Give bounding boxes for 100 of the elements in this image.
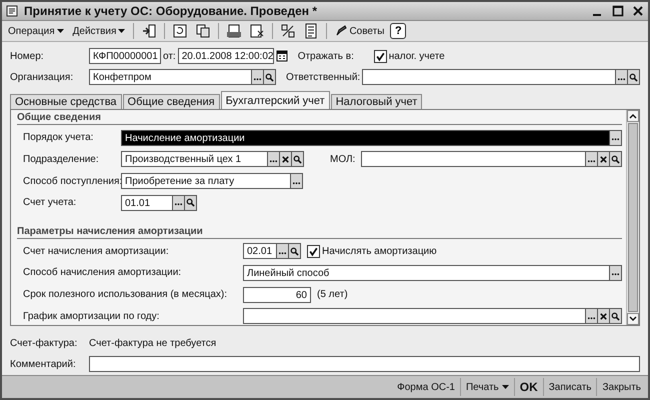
document-icon xyxy=(6,5,18,17)
checkbox-label: налог. учете xyxy=(388,50,445,62)
report-icon[interactable] xyxy=(303,23,320,39)
scroll-thumb[interactable] xyxy=(628,123,638,312)
field-label: График амортизации по году: xyxy=(23,310,160,322)
search-icon xyxy=(611,154,620,164)
scroll-down-icon[interactable] xyxy=(627,313,639,325)
search-icon xyxy=(611,312,620,321)
select-button[interactable] xyxy=(252,69,264,85)
comment-field[interactable] xyxy=(89,356,640,372)
checkbox[interactable] xyxy=(307,244,320,258)
advice-button[interactable]: Советы xyxy=(332,25,388,37)
debit-credit-icon[interactable] xyxy=(280,23,296,39)
search-button[interactable] xyxy=(264,69,276,85)
clear-button[interactable] xyxy=(598,151,610,168)
input-field[interactable] xyxy=(243,308,586,324)
checkbox-label: Начислять амортизацию xyxy=(322,246,437,257)
refresh-document-icon[interactable] xyxy=(172,23,188,39)
field-label: Организация: xyxy=(10,72,74,82)
field-label: Порядок учета: xyxy=(23,132,94,144)
tab[interactable]: Общие сведения xyxy=(122,94,220,109)
field-label: Ответственный: xyxy=(286,72,362,82)
footer-button[interactable]: Печать xyxy=(460,378,514,396)
select-button[interactable] xyxy=(291,173,303,190)
select-button[interactable] xyxy=(586,308,598,324)
checkbox[interactable] xyxy=(374,50,387,62)
field-label: МОЛ: xyxy=(330,154,356,165)
search-icon xyxy=(265,72,274,82)
years-note: (5 лет) xyxy=(317,289,348,300)
footer-button[interactable]: Записать xyxy=(542,378,596,396)
field-label: Комментарий: xyxy=(10,358,77,370)
select-button[interactable] xyxy=(616,69,628,85)
search-icon xyxy=(290,246,299,256)
input-field[interactable]: Линейный способ xyxy=(243,264,610,281)
footer-button[interactable]: OK xyxy=(514,378,543,396)
close-icon xyxy=(599,154,608,164)
arrow-into-list-icon[interactable] xyxy=(141,23,158,39)
tab[interactable]: Бухгалтерский учет xyxy=(220,91,330,109)
close-icon xyxy=(599,312,608,321)
input-field[interactable]: Приобретение за плату xyxy=(121,173,291,190)
close-icon[interactable] xyxy=(632,5,644,17)
input-field[interactable]: 01.01 xyxy=(121,194,173,211)
search-button[interactable] xyxy=(289,243,301,260)
section-heading: Общие сведения xyxy=(17,112,622,125)
help-button[interactable]: ? xyxy=(390,23,406,39)
field-label: Счет учета: xyxy=(23,197,78,208)
search-button[interactable] xyxy=(610,151,622,168)
select-button[interactable] xyxy=(586,151,598,168)
search-icon xyxy=(186,198,195,208)
maximize-icon[interactable] xyxy=(612,5,624,17)
select-button[interactable] xyxy=(610,130,622,146)
field-label: Счет-фактура: xyxy=(10,338,78,348)
field-label: Счет начисления амортизации: xyxy=(23,246,170,257)
clear-button[interactable] xyxy=(280,151,292,168)
input-field[interactable] xyxy=(362,69,616,85)
document-edit-icon[interactable] xyxy=(249,23,266,39)
input-field[interactable] xyxy=(361,151,586,168)
field-label: Способ начисления амортизации: xyxy=(23,267,182,278)
tab[interactable]: Налоговый учет xyxy=(330,94,422,109)
pencil-icon xyxy=(335,25,348,37)
input-field[interactable]: 02.01 xyxy=(243,243,277,260)
caret-icon xyxy=(502,384,509,389)
select-button[interactable] xyxy=(173,194,185,211)
scrollbar[interactable] xyxy=(626,110,639,325)
window-title: Принятие к учету ОС: Оборудование. Проведен * xyxy=(24,4,318,18)
search-button[interactable] xyxy=(185,194,197,211)
search-button[interactable] xyxy=(292,151,304,168)
field-label: Отражать в: xyxy=(298,50,355,62)
clear-button[interactable] xyxy=(598,308,610,324)
field-label: Подразделение: xyxy=(23,154,100,165)
calendar-icon[interactable] xyxy=(276,49,288,63)
field-label: Срок полезного использования (в месяцах): xyxy=(23,289,228,300)
scroll-up-icon[interactable] xyxy=(627,110,639,122)
date-field[interactable]: 20.01.2008 12:00:02 xyxy=(178,48,274,64)
select-button[interactable] xyxy=(610,264,622,281)
footer-button[interactable]: Закрыть xyxy=(596,378,646,396)
caret-icon xyxy=(118,29,126,33)
menu-button[interactable]: Действия xyxy=(70,26,128,36)
input-field[interactable]: 60 xyxy=(243,286,311,303)
footer-button[interactable]: Форма ОС-1 xyxy=(392,378,460,396)
document-stack-icon[interactable] xyxy=(226,23,242,39)
input-field[interactable]: КФП00000001 xyxy=(89,48,161,64)
search-icon xyxy=(629,72,638,82)
input-field[interactable]: Начисление амортизации xyxy=(121,130,610,146)
search-button[interactable] xyxy=(610,308,622,324)
caret-icon xyxy=(56,29,64,33)
field-label: от: xyxy=(163,50,176,62)
input-field[interactable]: Производственный цех 1 xyxy=(121,151,268,168)
search-button[interactable] xyxy=(628,69,640,85)
select-button[interactable] xyxy=(268,151,280,168)
invoice-status: Счет-фактура не требуется xyxy=(89,338,216,348)
tab[interactable]: Основные средства xyxy=(10,94,122,109)
section-heading: Параметры начисления амортизации xyxy=(17,226,622,238)
close-icon xyxy=(281,154,290,164)
select-button[interactable] xyxy=(277,243,289,260)
input-field[interactable]: Конфетпром xyxy=(89,69,252,85)
field-label: Способ поступления: xyxy=(23,176,121,187)
menu-button[interactable]: Операция xyxy=(5,26,67,36)
search-icon xyxy=(293,154,302,164)
copy-documents-icon[interactable] xyxy=(195,23,212,39)
